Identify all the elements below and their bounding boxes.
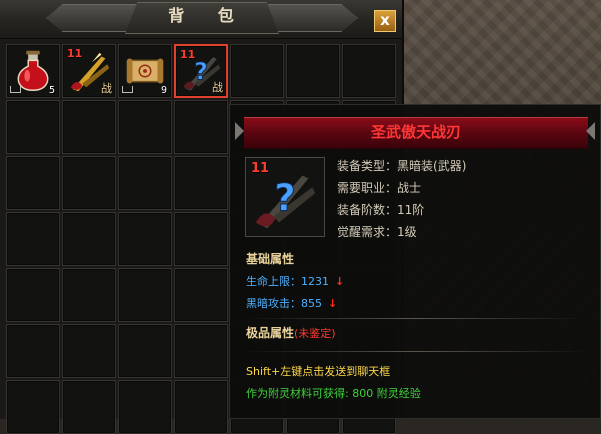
item-count: 5 [48,85,55,96]
inventory-slot-empty[interactable] [6,380,60,434]
inventory-slot-empty[interactable] [174,268,228,322]
item-count: 9 [160,85,167,96]
bind-lock-icon [10,86,21,93]
close-button[interactable]: x [374,10,396,32]
inventory-slot-empty[interactable] [118,324,172,378]
inventory-slot-empty[interactable] [6,212,60,266]
decrease-arrow-icon: ↓ [335,275,345,288]
item-level-badge: 11 [180,48,196,61]
inventory-slot-empty[interactable] [286,44,340,98]
section-divider [244,351,588,352]
inventory-slot-empty[interactable] [174,100,228,154]
chat-link-hint: Shift+左键点击发送到聊天框 [246,365,391,378]
inventory-slot-potion[interactable]: 5 [6,44,60,98]
inventory-slot-empty[interactable] [118,156,172,210]
base-attributes-heading: 基础属性 [246,252,295,266]
item-tooltip: 圣武傲天战刃 ? 11 装备类型：黑暗装(武器) 需要职业：战士 装备阶数：11… [229,104,601,419]
decrease-arrow-icon: ↓ [328,297,338,310]
svg-text:?: ? [194,57,208,85]
header-ornament-right [266,4,358,32]
inventory-title: 背 包 [168,6,248,25]
attr-max-hp: 生命上限：1231 ↓ [246,275,345,288]
inventory-slot-empty[interactable] [62,324,116,378]
inventory-slot-empty[interactable] [6,268,60,322]
item-level-badge: 11 [67,47,83,60]
premium-attributes-heading: 极品属性(未鉴定) [246,326,336,340]
inventory-slot-empty[interactable] [6,324,60,378]
svg-text:?: ? [274,177,296,220]
unidentified-status: (未鉴定) [294,327,336,340]
inventory-slot-empty[interactable] [230,44,284,98]
inventory-slot-empty[interactable] [62,268,116,322]
inventory-slot-empty[interactable] [174,380,228,434]
inventory-slot-empty[interactable] [6,100,60,154]
left-arrow-icon [235,122,244,140]
inventory-slot-unidentified-blade[interactable]: ? 11 战 [174,44,228,98]
tooltip-item-icon: ? 11 [245,157,325,237]
inventory-slot-empty[interactable] [174,212,228,266]
inventory-slot-empty[interactable] [62,212,116,266]
stat-required-class: 需要职业：战士 [337,181,422,195]
stat-equip-tier: 装备阶数：11阶 [337,203,425,217]
class-tag: 战 [101,82,112,95]
section-divider [244,318,588,319]
item-stats: 装备类型：黑暗装(武器) 需要职业：战士 装备阶数：11阶 觉醒需求：1级 [337,155,466,243]
stat-awaken-requirement: 觉醒需求：1级 [337,225,417,239]
inventory-slot-empty[interactable] [118,380,172,434]
inventory-slot-empty[interactable] [62,100,116,154]
class-tag: 战 [212,81,223,94]
inventory-slot-empty[interactable] [342,44,396,98]
inventory-slot-empty[interactable] [174,156,228,210]
inventory-slot-empty[interactable] [118,100,172,154]
inventory-slot-empty[interactable] [118,212,172,266]
inventory-slot-empty[interactable] [174,324,228,378]
stat-equip-type: 装备类型：黑暗装(武器) [337,159,467,173]
attr-dark-attack: 黑暗攻击：855 ↓ [246,297,338,310]
inventory-slot-scroll[interactable]: 9 [118,44,172,98]
inventory-header: 背 包 x [0,0,402,39]
spirit-exp-hint: 作为附灵材料可获得: 800 附灵经验 [246,387,421,400]
bind-lock-icon [122,86,133,93]
inventory-slot-blade[interactable]: 11 战 [62,44,116,98]
inventory-slot-empty[interactable] [62,156,116,210]
inventory-slot-empty[interactable] [118,268,172,322]
item-name: 圣武傲天战刃 [370,123,461,141]
inventory-slot-empty[interactable] [62,380,116,434]
inventory-slot-empty[interactable] [6,156,60,210]
item-level-badge: 11 [251,161,270,176]
